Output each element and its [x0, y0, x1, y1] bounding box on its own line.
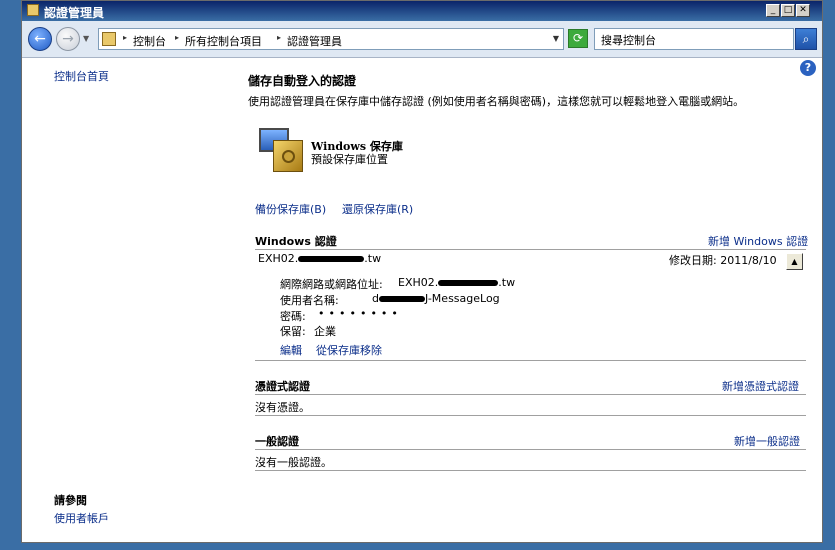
- redacted-mark: [298, 256, 365, 262]
- section-divider: [255, 249, 806, 250]
- certificate-credentials-heading: 憑證式認證: [255, 380, 310, 393]
- close-button[interactable]: ✕: [796, 4, 810, 17]
- see-also-heading: 請參閱: [54, 494, 87, 507]
- credential-manager-icon: [27, 4, 39, 16]
- section-divider: [255, 449, 806, 450]
- section-divider: [255, 415, 806, 416]
- remove-from-vault-link[interactable]: 從保存庫移除: [316, 342, 382, 358]
- chevron-right-icon[interactable]: ▸: [175, 33, 179, 42]
- page-title: 儲存自動登入的認證: [248, 74, 357, 88]
- page-description: 使用認證管理員在保存庫中儲存認證 (例如使用者名稱與密碼)，這樣您就可以輕鬆地登…: [248, 95, 745, 108]
- add-certificate-credential-link[interactable]: 新增憑證式認證: [722, 378, 799, 394]
- persistence-value: 企業: [314, 325, 336, 338]
- breadcrumb-all-items[interactable]: 所有控制台項目: [185, 33, 262, 49]
- password-value: ••••••••: [318, 307, 402, 320]
- section-divider: [255, 470, 806, 471]
- control-panel-icon: [102, 32, 116, 46]
- back-arrow-icon[interactable]: ←: [28, 27, 52, 51]
- address-bar[interactable]: ▸ 控制台 ▸ 所有控制台項目 ▸ 認證管理員 ▼: [98, 28, 564, 50]
- chevron-right-icon[interactable]: ▸: [277, 33, 281, 42]
- redacted-mark: [438, 280, 499, 286]
- persistence-label: 保留:: [280, 325, 306, 338]
- generic-credentials-heading: 一般認證: [255, 435, 299, 448]
- generic-empty-text: 沒有一般認證。: [255, 456, 332, 469]
- help-icon[interactable]: ?: [800, 60, 816, 76]
- maximize-button[interactable]: □: [781, 4, 795, 17]
- redacted-mark: [378, 296, 425, 302]
- password-label: 密碼:: [280, 310, 306, 323]
- breadcrumb-credential-manager[interactable]: 認證管理員: [287, 33, 342, 49]
- forward-arrow-icon[interactable]: →: [56, 27, 80, 51]
- edit-credential-link[interactable]: 編輯: [280, 342, 302, 358]
- chevron-down-icon[interactable]: ▼: [553, 34, 559, 43]
- window-title: 認證管理員: [44, 6, 105, 20]
- add-generic-credential-link[interactable]: 新增一般認證: [734, 433, 800, 449]
- backup-vault-link[interactable]: 備份保存庫(B): [255, 201, 326, 217]
- certificate-empty-text: 沒有憑證。: [255, 401, 310, 414]
- minimize-button[interactable]: _: [766, 4, 780, 17]
- refresh-icon[interactable]: ⟳: [568, 29, 588, 48]
- title-bar[interactable]: 認證管理員 _ □ ✕: [22, 1, 822, 21]
- control-panel-home-link[interactable]: 控制台首頁: [54, 68, 109, 84]
- section-divider: [255, 360, 806, 361]
- modified-date: 修改日期: 2011/8/10: [669, 254, 777, 267]
- user-accounts-link[interactable]: 使用者帳戶: [54, 510, 109, 526]
- content-area: ? 控制台首頁 請參閱 使用者帳戶 儲存自動登入的認證 使用認證管理員在保存庫中…: [22, 58, 822, 542]
- breadcrumb-control-panel[interactable]: 控制台: [133, 33, 166, 49]
- collapse-entry-button[interactable]: ▲: [786, 253, 803, 270]
- chevron-right-icon[interactable]: ▸: [123, 33, 127, 42]
- add-windows-credential-link[interactable]: 新增 Windows 認證: [708, 233, 808, 249]
- section-divider: [255, 394, 806, 395]
- navigation-toolbar: ← → ▼ ▸ 控制台 ▸ 所有控制台項目 ▸ 認證管理員 ▼ ⟳ 搜尋控制台 …: [22, 21, 822, 58]
- search-input[interactable]: 搜尋控制台: [594, 28, 794, 50]
- windows-credentials-heading: Windows 認證: [255, 235, 337, 248]
- windows-vault-icon: [259, 128, 305, 174]
- address-label: 網際網路或網路位址:: [280, 278, 383, 291]
- vault-subtitle: 預設保存庫位置: [311, 153, 388, 166]
- credential-manager-window: 認證管理員 _ □ ✕ ← → ▼ ▸ 控制台 ▸ 所有控制台項目 ▸ 認證管理…: [21, 0, 823, 543]
- recent-pages-dropdown-icon[interactable]: ▼: [83, 34, 92, 43]
- username-value: d J-MessageLog: [372, 292, 500, 305]
- username-label: 使用者名稱:: [280, 294, 339, 307]
- search-icon[interactable]: ⌕: [795, 28, 817, 50]
- address-value: EXH02. .tw: [398, 276, 516, 289]
- credential-entry-name[interactable]: EXH02. .tw: [258, 252, 381, 265]
- restore-vault-link[interactable]: 還原保存庫(R): [342, 201, 413, 217]
